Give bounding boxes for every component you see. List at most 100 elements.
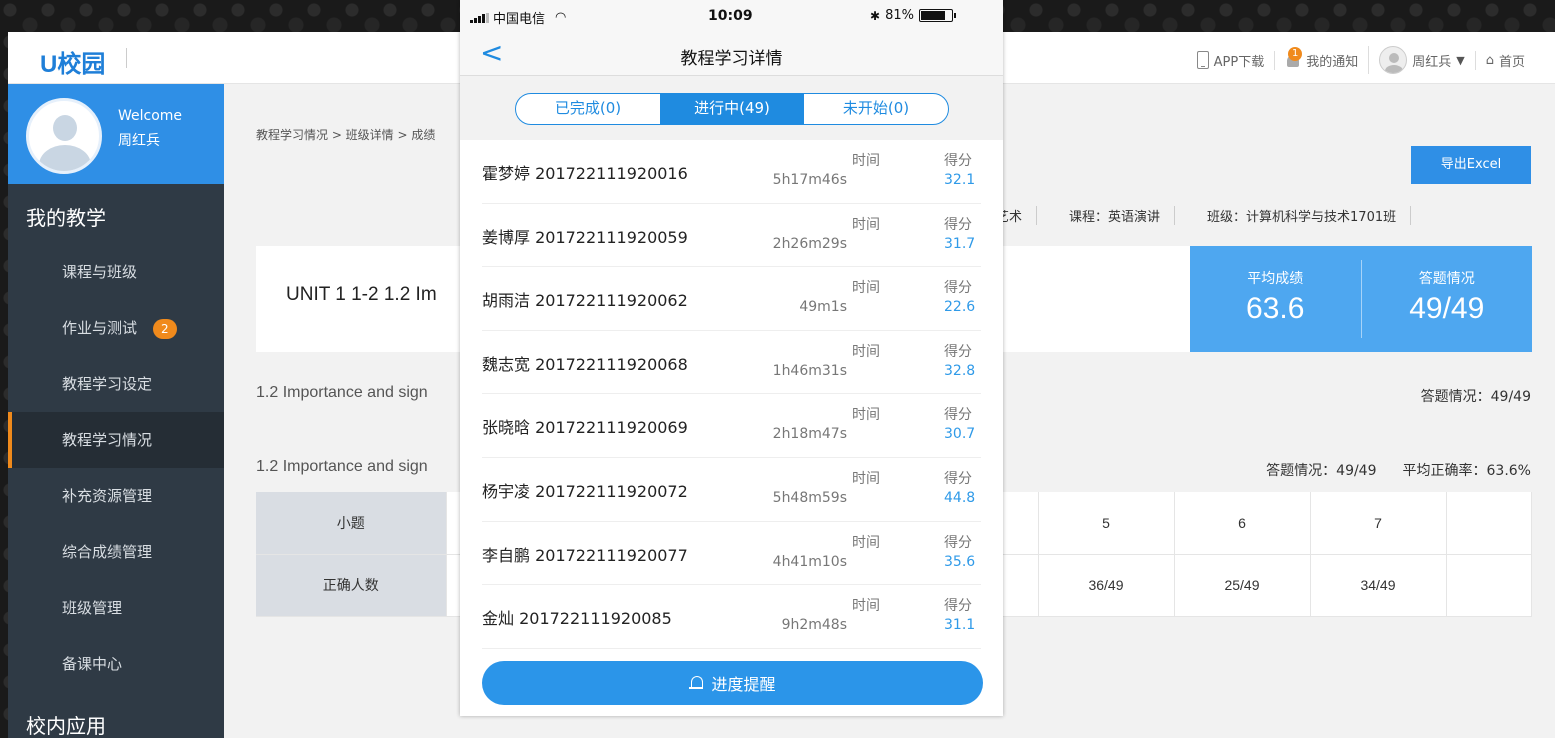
sidebar-item-resources[interactable]: 补充资源管理	[8, 468, 224, 524]
list-item[interactable]: 杨宇凌 201722111920072 时间 5h48m59s 得分 44.8	[482, 458, 981, 522]
section-campus-apps: 校内应用	[26, 714, 106, 738]
time-label: 时间	[852, 407, 880, 424]
table-cell: 36/49	[1038, 554, 1175, 617]
list-item[interactable]: 魏志宽 201722111920068 时间 1h46m31s 得分 32.8	[482, 331, 981, 395]
table-cell	[1446, 492, 1532, 555]
app-download-label: APP下载	[1213, 54, 1265, 70]
time-label: 时间	[852, 534, 880, 551]
home-icon: ⌂	[1485, 52, 1494, 68]
status-time: 10:09	[708, 8, 753, 24]
tab-in-progress[interactable]: 进行中(49)	[660, 94, 804, 124]
sidebar-item-homework[interactable]: 作业与测试 2	[8, 300, 224, 356]
list-item[interactable]: 李自鹏 201722111920077 时间 4h41m10s 得分 35.6	[482, 522, 981, 586]
student-name: 金灿 201722111920085	[482, 609, 672, 629]
score-label: 得分	[944, 534, 972, 551]
time-value: 4h41m10s	[772, 553, 847, 570]
score-label: 得分	[944, 470, 972, 487]
answer-status-label: 答题情况	[1418, 271, 1475, 287]
average-score-label: 平均成绩	[1247, 271, 1304, 287]
score-label: 得分	[944, 280, 972, 297]
answer-status-value: 49/49	[1409, 292, 1485, 325]
home-link[interactable]: ⌂ 首页	[1474, 50, 1535, 70]
table-cell: 34/49	[1310, 554, 1447, 617]
student-name: 姜博厚 201722111920059	[482, 227, 688, 247]
time-label: 时间	[852, 153, 880, 169]
tab-not-started[interactable]: 未开始(0)	[804, 94, 948, 124]
battery-icon	[918, 9, 956, 22]
student-name: 杨宇凌 201722111920072	[482, 481, 688, 501]
subsection-accuracy: 平均正确率：63.6%	[1402, 463, 1531, 479]
user-menu[interactable]: 周红兵 ▼	[1368, 46, 1474, 74]
score-label: 得分	[944, 343, 972, 360]
average-score-stat: 平均成绩 63.6	[1190, 260, 1362, 338]
notifications-link[interactable]: 1 我的通知	[1274, 47, 1368, 70]
subsection-answer-status: 答题情况：49/49	[1266, 463, 1377, 479]
top-right-actions: APP下载 1 我的通知 周红兵 ▼ ⌂ 首页	[1187, 46, 1535, 74]
mobile-phone-icon	[1196, 51, 1209, 69]
sidebar-item-prep-center[interactable]: 备课中心	[8, 636, 224, 692]
table-cell: 6	[1174, 492, 1311, 555]
notifications-label: 我的通知	[1306, 54, 1359, 70]
time-label: 时间	[852, 280, 880, 297]
score-label: 得分	[944, 407, 972, 424]
app-download-link[interactable]: APP下载	[1187, 51, 1275, 70]
score-value: 35.6	[944, 553, 976, 570]
score-value: 32.1	[944, 172, 976, 188]
sidebar: Welcome 周红兵 我的教学 课程与班级 作业与测试 2 教程学习设定 教程学…	[8, 84, 224, 738]
notification-count-badge: 1	[1288, 47, 1303, 61]
sidebar-item-label: 作业与测试	[62, 319, 138, 337]
sidebar-item-tutorial-status[interactable]: 教程学习情况	[8, 412, 224, 468]
segment-area: 已完成(0) 进行中(49) 未开始(0)	[460, 76, 1003, 140]
answer-status-stat: 答题情况 49/49	[1362, 246, 1533, 352]
time-value: 1h46m31s	[772, 362, 847, 379]
course-name: 课程：英语演讲	[1069, 206, 1176, 225]
stats-panel: 平均成绩 63.6 答题情况 49/49	[1190, 246, 1532, 352]
sidebar-item-grades[interactable]: 综合成绩管理	[8, 524, 224, 580]
table-cell	[1446, 554, 1532, 617]
caret-down-icon: ▼	[1456, 53, 1465, 67]
battery-percent: 81%	[885, 8, 914, 23]
table-header-correct-count: 正确人数	[256, 554, 447, 617]
logo[interactable]: U校园	[40, 44, 105, 79]
student-name: 魏志宽 201722111920068	[482, 354, 688, 374]
tab-completed[interactable]: 已完成(0)	[516, 94, 660, 124]
score-value: 32.8	[944, 362, 976, 379]
time-value: 2h18m47s	[772, 426, 847, 443]
sidebar-item-tutorial-settings[interactable]: 教程学习设定	[8, 356, 224, 412]
average-score-value: 63.6	[1246, 292, 1305, 325]
score-value: 22.6	[944, 299, 976, 316]
list-item[interactable]: 霍梦婷 201722111920016 时间 5h17m46s 得分 32.1	[482, 140, 981, 204]
table-cell: 7	[1310, 492, 1447, 555]
section-my-teaching: 我的教学	[26, 206, 106, 230]
course-meta: 语演讲的艺术 课程：英语演讲 班级：计算机科学与技术1701班	[944, 206, 1412, 225]
list-item[interactable]: 姜博厚 201722111920059 时间 2h26m29s 得分 31.7	[482, 204, 981, 268]
welcome-greeting: Welcome	[118, 108, 183, 124]
battery-level	[920, 11, 946, 20]
score-label: 得分	[944, 216, 972, 233]
progress-reminder-button[interactable]: 进度提醒	[482, 661, 983, 705]
time-label: 时间	[852, 598, 880, 615]
avatar[interactable]	[26, 98, 102, 174]
bell-icon	[689, 675, 705, 691]
sidebar-item-classes[interactable]: 班级管理	[8, 580, 224, 636]
breadcrumb[interactable]: 教程学习情况 > 班级详情 > 成绩	[256, 126, 435, 143]
carrier-info: 中国电信 ◠	[470, 8, 566, 27]
table-cell: 5	[1038, 492, 1175, 555]
list-item[interactable]: 金灿 201722111920085 时间 9h2m48s 得分 31.1	[482, 585, 981, 649]
export-excel-button[interactable]: 导出Excel	[1411, 146, 1531, 184]
list-item[interactable]: 张晓晗 201722111920069 时间 2h18m47s 得分 30.7	[482, 394, 981, 458]
unit-title: UNIT 1 1-2 1.2 Im	[286, 284, 437, 305]
page-title: 教程学习详情	[680, 49, 783, 69]
class-name: 班级：计算机科学与技术1701班	[1207, 206, 1412, 225]
mobile-screen: 中国电信 ◠ 10:09 ✱ 81% < 教程学习详情 已完成(0) 进行中(4…	[460, 0, 1003, 716]
subsection-title: 1.2 Importance and sign	[256, 458, 428, 475]
home-label: 首页	[1498, 54, 1525, 70]
score-label: 得分	[944, 598, 972, 615]
signal-icon	[470, 12, 489, 23]
student-name: 霍梦婷 201722111920016	[482, 164, 688, 183]
time-label: 时间	[852, 470, 880, 487]
carrier-name: 中国电信	[493, 12, 546, 27]
sidebar-item-courses[interactable]: 课程与班级	[8, 244, 224, 300]
welcome-panel: Welcome 周红兵	[8, 84, 224, 184]
list-item[interactable]: 胡雨洁 201722111920062 时间 49m1s 得分 22.6	[482, 267, 981, 331]
